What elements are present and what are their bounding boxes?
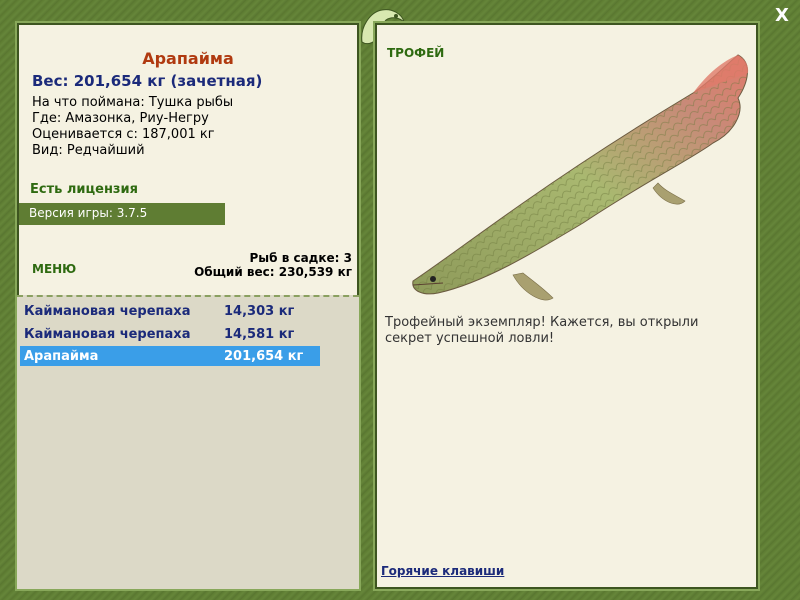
evaluation-info: Оценивается с: 187,001 кг <box>32 127 215 142</box>
arapaima-fish-image <box>412 54 749 301</box>
keepnet-list: Каймановая черепаха 14,303 кг Каймановая… <box>17 295 359 589</box>
keepnet-item[interactable]: Каймановая черепаха 14,581 кг <box>20 324 320 344</box>
list-divider <box>17 295 359 297</box>
menu-button[interactable]: МЕНЮ <box>32 262 76 276</box>
hotkeys-link[interactable]: Горячие клавиши <box>381 564 504 578</box>
keepnet-item-name: Арапайма <box>24 349 99 364</box>
keepnet-item-weight: 14,303 кг <box>224 304 295 319</box>
license-status: Есть лицензия <box>30 182 138 197</box>
game-version: Версия игры: 3.7.5 <box>29 206 148 220</box>
version-bar: Версия игры: 3.7.5 <box>19 203 225 225</box>
keepnet-item-name: Каймановая черепаха <box>24 304 191 319</box>
keepnet-item-selected[interactable]: Арапайма 201,654 кг <box>20 346 320 366</box>
keepnet-item[interactable]: Каймановая черепаха 14,303 кг <box>20 301 320 321</box>
keepnet-total-weight: Общий вес: 230,539 кг <box>194 265 352 279</box>
location-info: Где: Амазонка, Риу-Негру <box>32 111 209 126</box>
fish-name: Арапайма <box>142 49 234 68</box>
fish-weight: Вес: 201,654 кг (зачетная) <box>32 72 263 90</box>
catch-info-panel: Арапайма Вес: 201,654 кг (зачетная) На ч… <box>17 23 359 589</box>
close-button[interactable]: X <box>772 6 792 26</box>
rarity-info: Вид: Редчайший <box>32 143 145 158</box>
keepnet-item-weight: 14,581 кг <box>224 327 295 342</box>
keepnet-item-weight: 201,654 кг <box>224 349 304 364</box>
keepnet-fish-count: Рыб в садке: 3 <box>249 251 353 265</box>
trophy-message: Трофейный экземпляр! Кажется, вы открыли… <box>385 315 699 346</box>
trophy-panel: ТРОФЕЙ Трофейный экземпляр! Кажется, вы … <box>375 23 758 589</box>
bait-info: На что поймана: Тушка рыбы <box>32 95 234 110</box>
keepnet-item-name: Каймановая черепаха <box>24 327 191 342</box>
